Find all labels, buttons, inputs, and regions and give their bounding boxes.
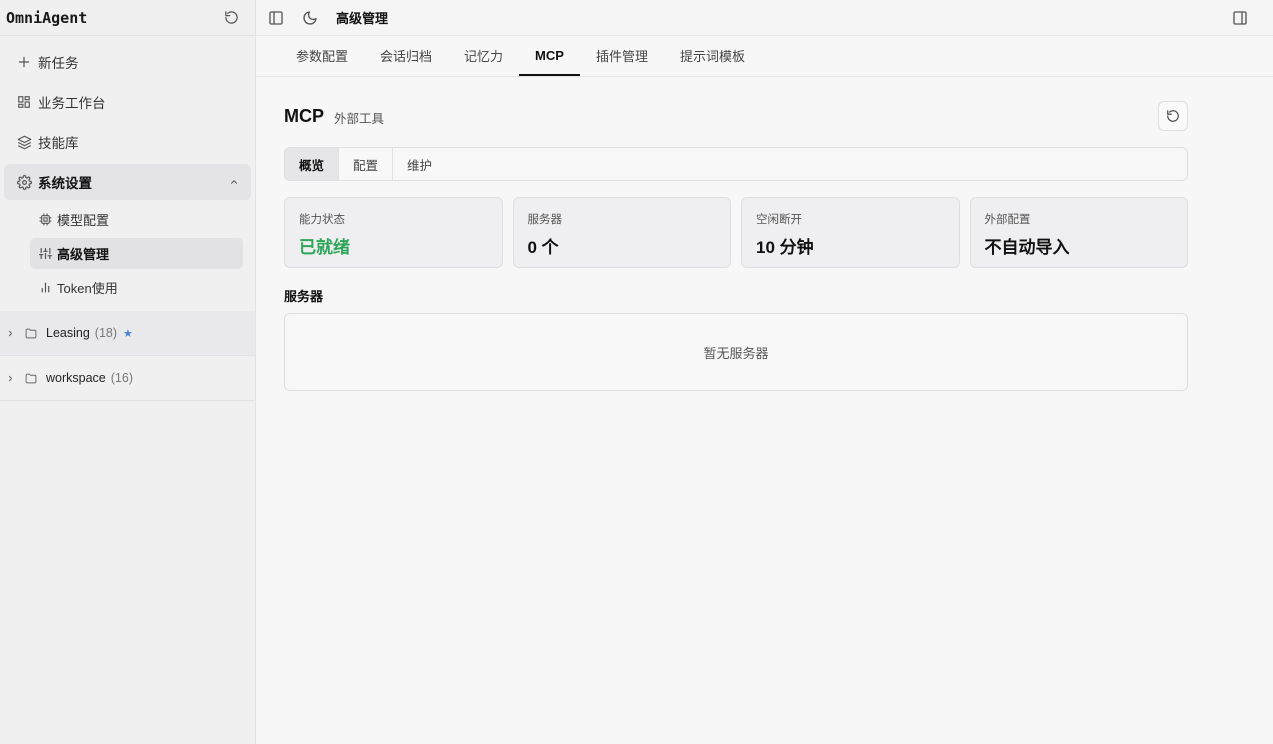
folder-icon (24, 327, 40, 340)
sidebar-item-new-task[interactable]: 新任务 (4, 44, 251, 80)
app-brand: OmniAgent (6, 8, 88, 27)
stat-label: 空闲断开 (756, 214, 802, 226)
view-segment-control: 概览 配置 维护 (284, 147, 1188, 181)
stat-label: 外部配置 (984, 214, 1031, 226)
stat-value: 不自动导入 (984, 238, 1070, 257)
servers-empty-state: 暂无服务器 (284, 313, 1188, 391)
sidebar-header: OmniAgent (0, 0, 255, 36)
sidebar-subitem-model-config[interactable]: 模型配置 (30, 204, 243, 235)
stat-card-external-config: 外部配置 不自动导入 (969, 197, 1188, 268)
stat-label: 能力状态 (299, 214, 345, 226)
tab-plugins[interactable]: 插件管理 (580, 36, 664, 76)
refresh-icon (1166, 109, 1180, 123)
tab-session-archive[interactable]: 会话归档 (364, 36, 448, 76)
sidebar-item-label: 系统设置 (38, 176, 92, 191)
stat-value: 10 分钟 (756, 238, 814, 257)
tab-params[interactable]: 参数配置 (280, 36, 364, 76)
stat-value: 0 个 (527, 238, 559, 257)
bar-chart-icon (38, 281, 52, 295)
tab-mcp[interactable]: MCP (519, 36, 580, 76)
main-content: MCP 外部工具 概览 配置 维护 能力状态 已就绪 服务器 0 个 空闲断开 … (284, 100, 1188, 391)
empty-state-text: 暂无服务器 (703, 345, 769, 361)
tab-prompt-templates[interactable]: 提示词模板 (664, 36, 761, 76)
sidebar-subitem-advanced[interactable]: 高级管理 (30, 238, 243, 269)
page-heading: MCP 外部工具 (284, 100, 1188, 132)
top-bar: 高级管理 (256, 0, 1273, 36)
segment-overview[interactable]: 概览 (285, 148, 340, 180)
layers-icon (16, 134, 32, 150)
chip-icon (38, 213, 52, 227)
folder-item-workspace[interactable]: workspace (16) (0, 356, 255, 401)
stat-card-idle-disconnect: 空闲断开 10 分钟 (741, 197, 960, 268)
folder-name: workspace (46, 371, 106, 385)
sidebar-toggle-icon[interactable] (268, 10, 284, 26)
gear-icon (16, 174, 32, 190)
sidebar: OmniAgent 新任务 业务工作台 技能库 系统设置 模型配置 高级管理 T… (0, 0, 256, 744)
grid-icon (16, 94, 32, 110)
page-header-title: 高级管理 (336, 11, 389, 26)
sidebar-item-label: 新任务 (38, 56, 79, 71)
segment-config[interactable]: 配置 (339, 148, 394, 180)
folder-name: Leasing (46, 326, 90, 340)
page-subtitle: 外部工具 (334, 112, 385, 126)
sidebar-subitem-token-usage[interactable]: Token使用 (30, 272, 243, 303)
folder-item-leasing[interactable]: Leasing (18) ★ (0, 311, 255, 356)
page-title: MCP (284, 105, 324, 126)
refresh-button[interactable] (1158, 101, 1188, 131)
stat-label: 服务器 (527, 214, 563, 226)
sidebar-item-system-settings[interactable]: 系统设置 (4, 164, 251, 200)
sidebar-item-label: 业务工作台 (38, 96, 106, 111)
stats-row: 能力状态 已就绪 服务器 0 个 空闲断开 10 分钟 外部配置 不自动导入 (284, 197, 1188, 268)
tab-memory[interactable]: 记忆力 (448, 36, 519, 76)
sidebar-item-label: 技能库 (38, 136, 79, 151)
sidebar-subitem-label: Token使用 (57, 281, 118, 296)
folder-list: Leasing (18) ★ workspace (16) (0, 311, 255, 401)
chevron-right-icon[interactable] (6, 374, 18, 383)
sliders-icon (38, 247, 52, 261)
stat-card-capability: 能力状态 已就绪 (284, 197, 503, 268)
folder-icon (24, 372, 40, 385)
folder-count: (18) (94, 326, 118, 340)
sidebar-subitem-label: 模型配置 (57, 213, 110, 228)
sidebar-item-skills[interactable]: 技能库 (4, 124, 251, 160)
sidebar-item-workbench[interactable]: 业务工作台 (4, 84, 251, 120)
tab-bar: 参数配置 会话归档 记忆力 MCP 插件管理 提示词模板 (256, 36, 1273, 77)
sidebar-subitem-label: 高级管理 (57, 247, 110, 262)
stat-card-servers: 服务器 0 个 (512, 197, 731, 268)
chevron-up-icon (229, 175, 239, 190)
refresh-icon[interactable] (224, 10, 239, 25)
servers-section-title: 服务器 (284, 289, 324, 304)
folder-count: (16) (110, 371, 133, 385)
segment-maintenance[interactable]: 维护 (393, 148, 446, 180)
star-icon: ★ (123, 327, 133, 340)
right-panel-toggle-icon[interactable] (1232, 10, 1248, 26)
sidebar-nav: 新任务 业务工作台 技能库 系统设置 模型配置 高级管理 Token使用 (0, 36, 255, 310)
stat-value: 已就绪 (299, 238, 350, 257)
chevron-right-icon[interactable] (6, 329, 18, 338)
moon-icon[interactable] (302, 10, 318, 26)
plus-icon (16, 54, 32, 70)
